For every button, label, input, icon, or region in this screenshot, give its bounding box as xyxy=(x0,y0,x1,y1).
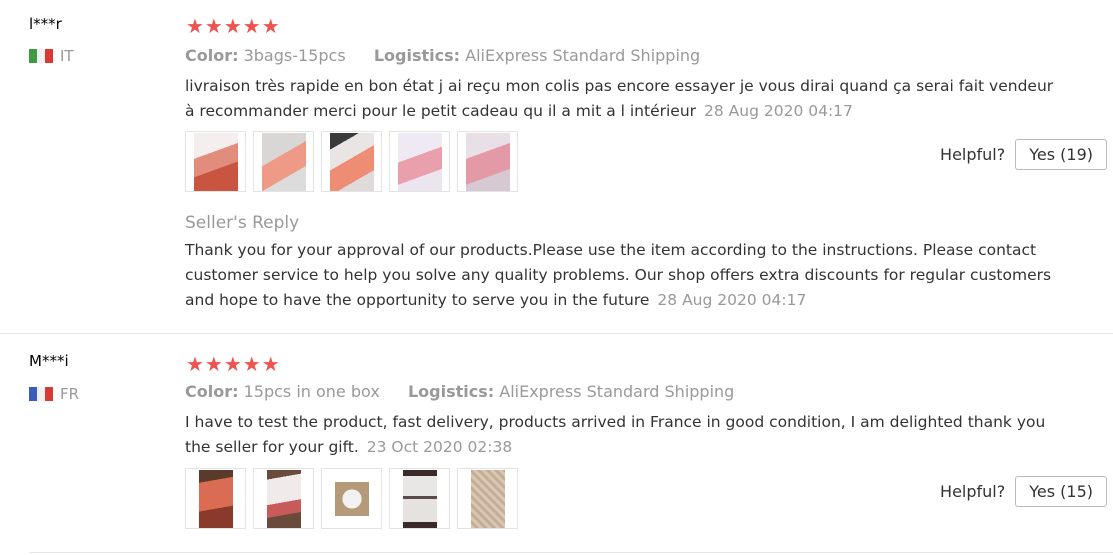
review-photo-thumbnail[interactable] xyxy=(253,468,314,529)
star-rating: ★★★★★ xyxy=(186,352,281,376)
divider xyxy=(29,552,1113,553)
review-photo-thumbnail[interactable] xyxy=(457,468,518,529)
color-value: 3bags-15pcs xyxy=(243,46,346,65)
review-text: livraison très rapide en bon état j ai r… xyxy=(185,74,1055,124)
helpful-label: Helpful? xyxy=(940,145,1006,164)
logistics-value: AliExpress Standard Shipping xyxy=(499,382,735,401)
helpful-yes-button[interactable]: Yes (19) xyxy=(1015,139,1107,170)
color-label: Color: xyxy=(185,382,239,401)
review-photo-thumbnail[interactable] xyxy=(389,131,450,192)
review-body: I have to test the product, fast deliver… xyxy=(185,413,1046,456)
review-date: 23 Oct 2020 02:38 xyxy=(366,438,513,456)
reviewer-country: IT xyxy=(29,47,74,65)
helpful-label: Helpful? xyxy=(940,482,1006,501)
review-photo-thumbnail[interactable] xyxy=(185,131,246,192)
color-value: 15pcs in one box xyxy=(243,382,380,401)
seller-reply-body: Thank you for your approval of our produ… xyxy=(185,241,1052,309)
italy-flag-icon xyxy=(29,49,53,63)
helpful-section: Helpful? Yes (19) xyxy=(940,139,1107,170)
france-flag-icon xyxy=(29,387,53,401)
review-photos xyxy=(185,468,518,529)
review-photo-thumbnail[interactable] xyxy=(185,468,246,529)
logistics-value: AliExpress Standard Shipping xyxy=(465,46,701,65)
color-label: Color: xyxy=(185,46,239,65)
review-photo-thumbnail[interactable] xyxy=(389,468,450,529)
review-attributes: Color: 15pcs in one box Logistics: AliEx… xyxy=(185,382,734,401)
review-photos xyxy=(185,131,518,192)
seller-reply-date: 28 Aug 2020 04:17 xyxy=(657,291,807,309)
reviewer-name: M***i xyxy=(29,352,69,370)
helpful-section: Helpful? Yes (15) xyxy=(940,476,1107,507)
seller-reply-title: Seller's Reply xyxy=(185,213,300,233)
review-date: 28 Aug 2020 04:17 xyxy=(704,102,853,120)
country-code: FR xyxy=(60,385,80,403)
reviewer-name: l***r xyxy=(29,15,62,33)
country-code: IT xyxy=(60,47,74,65)
logistics-label: Logistics: xyxy=(373,46,461,65)
review-item: M***i FR ★★★★★ Color: 15pcs in one box L… xyxy=(0,334,1113,555)
review-item: l***r IT ★★★★★ Color: 3bags-15pcs Logist… xyxy=(0,0,1113,334)
helpful-yes-button[interactable]: Yes (15) xyxy=(1015,476,1107,507)
review-photo-thumbnail[interactable] xyxy=(321,131,382,192)
review-photo-thumbnail[interactable] xyxy=(457,131,518,192)
review-photo-thumbnail[interactable] xyxy=(253,131,314,192)
seller-reply: Thank you for your approval of our produ… xyxy=(185,238,1055,313)
logistics-label: Logistics: xyxy=(407,382,495,401)
star-rating: ★★★★★ xyxy=(186,14,281,38)
review-text: I have to test the product, fast deliver… xyxy=(185,410,1055,460)
review-photo-thumbnail[interactable] xyxy=(321,468,382,529)
review-attributes: Color: 3bags-15pcs Logistics: AliExpress… xyxy=(185,46,700,65)
review-body: livraison très rapide en bon état j ai r… xyxy=(185,77,1054,120)
reviewer-country: FR xyxy=(29,385,79,403)
